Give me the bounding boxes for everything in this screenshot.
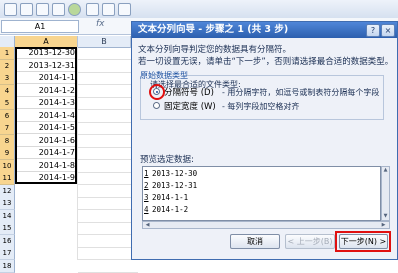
row-header[interactable]: 4 (0, 84, 15, 98)
cell[interactable]: 2014-1-3 (15, 97, 77, 109)
grid-line (78, 109, 138, 110)
cell[interactable]: 2014-1-8 (15, 160, 77, 172)
row-header[interactable]: 11 (0, 172, 15, 185)
toolbar-icon[interactable] (102, 3, 115, 16)
cell[interactable]: 2014-1-7 (15, 147, 77, 159)
intro-text-1: 文本分列向导判定您的数据具有分隔符。 (138, 45, 292, 55)
cell[interactable]: 2013-12-31 (15, 60, 77, 72)
preview-row-number: 2 (144, 181, 149, 190)
preview-row-number: 4 (144, 205, 149, 214)
preview-vertical-scrollbar[interactable]: ▲ ▼ (381, 166, 390, 221)
close-button[interactable]: × (381, 24, 395, 37)
toolbar-icon[interactable] (118, 3, 131, 16)
row-header[interactable]: 12 (0, 184, 15, 198)
cell[interactable]: 2013-12-30 (15, 47, 77, 59)
grid-line (78, 121, 138, 123)
preview-row-text: 2014-1-1 (152, 193, 189, 202)
grid-line (78, 59, 138, 60)
grid-line (78, 146, 138, 148)
group-border (182, 75, 384, 76)
grid-line (78, 134, 138, 135)
scroll-right-icon[interactable]: ▶ (380, 222, 387, 228)
grid-line (78, 234, 138, 235)
fixed-width-label[interactable]: 固定宽度 (W) (164, 100, 216, 112)
help-button[interactable]: ? (366, 24, 380, 37)
name-box[interactable]: A1 (1, 20, 79, 33)
toolbar-icon[interactable] (4, 3, 17, 16)
cell[interactable]: 2014-1-9 (15, 172, 77, 184)
dialog-title: 文本分列向导 - 步骤之 1 (共 3 步) (138, 24, 289, 35)
grid-line (78, 196, 138, 198)
preview-label: 预览选定数据: (140, 155, 194, 165)
grid-line (78, 171, 138, 173)
preview-row-number: 3 (144, 193, 149, 202)
column-header-b[interactable]: B (78, 36, 131, 48)
row-header[interactable]: 8 (0, 134, 15, 148)
excel-toolbar (0, 0, 398, 19)
fixed-width-radio[interactable] (153, 102, 160, 109)
scroll-left-icon[interactable]: ◀ (144, 222, 151, 228)
cancel-button[interactable]: 取消 (230, 234, 280, 249)
row-header[interactable]: 18 (0, 259, 15, 273)
toolbar-icon[interactable] (68, 3, 81, 16)
cell[interactable]: 2014-1-1 (15, 72, 77, 84)
grid-line (78, 84, 138, 85)
cell[interactable]: 2014-1-4 (15, 110, 77, 122)
grid-line (78, 184, 138, 185)
toolbar-icon[interactable] (36, 3, 49, 16)
toolbar-icon[interactable] (86, 3, 99, 16)
grid-line (78, 209, 138, 210)
delimited-description: - 用分隔字符，如逗号或制表符分隔每个字段 (222, 88, 380, 97)
preview-row-number: 1 (144, 169, 149, 178)
delimited-label[interactable]: 分隔符号 (D) (164, 86, 214, 98)
preview-row-text: 2013-12-30 (152, 169, 198, 178)
row-header[interactable]: 1 (0, 47, 15, 60)
row-header[interactable]: 7 (0, 122, 15, 135)
data-preview[interactable]: 1 2013-12-30 2 2013-12-31 3 2014-1-1 4 2… (142, 166, 381, 221)
scroll-up-icon[interactable]: ▲ (382, 167, 389, 174)
scroll-down-icon[interactable]: ▼ (382, 213, 389, 220)
row-header[interactable]: 16 (0, 234, 15, 248)
preview-row-text: 2014-1-2 (152, 205, 189, 214)
cell[interactable]: 2014-1-6 (15, 135, 77, 147)
toolbar-icon[interactable] (52, 3, 65, 16)
row-header[interactable]: 2 (0, 59, 15, 73)
intro-text-2: 若一切设置无误，请单击“下一步”，否则请选择最合适的数据类型。 (138, 57, 394, 67)
cell[interactable]: 2014-1-5 (15, 122, 77, 134)
row-header[interactable]: 5 (0, 97, 15, 110)
next-button-highlight (335, 231, 391, 252)
row-header[interactable]: 13 (0, 197, 15, 210)
row-header[interactable]: 3 (0, 72, 15, 85)
dialog-titlebar[interactable]: 文本分列向导 - 步骤之 1 (共 3 步) ? × (132, 22, 397, 38)
back-button[interactable]: < 上一步(B) (285, 234, 335, 249)
grid-line (78, 221, 138, 223)
row-header[interactable]: 9 (0, 147, 15, 160)
preview-row-text: 2013-12-31 (152, 181, 198, 190)
fx-label[interactable]: fx (96, 19, 105, 29)
grid-line (77, 47, 78, 260)
row-header[interactable]: 10 (0, 159, 15, 173)
preview-horizontal-scrollbar[interactable]: ◀ ▶ (142, 221, 390, 229)
fixed-width-description: - 每列字段加空格对齐 (222, 102, 300, 111)
highlight-circle (149, 84, 165, 100)
grid-line (78, 71, 138, 73)
grid-line (78, 271, 138, 273)
cell[interactable]: 2014-1-2 (15, 85, 77, 97)
text-to-columns-dialog: 文本分列向导 - 步骤之 1 (共 3 步) ? × 文本分列向导判定您的数据具… (131, 21, 398, 260)
grid-line (78, 159, 138, 160)
row-header[interactable]: 14 (0, 209, 15, 223)
row-header[interactable]: 15 (0, 222, 15, 235)
row-header[interactable]: 6 (0, 109, 15, 123)
row-header[interactable]: 17 (0, 247, 15, 260)
toolbar-icon[interactable] (20, 3, 33, 16)
grid-line (78, 96, 138, 98)
grid-line (78, 246, 138, 248)
